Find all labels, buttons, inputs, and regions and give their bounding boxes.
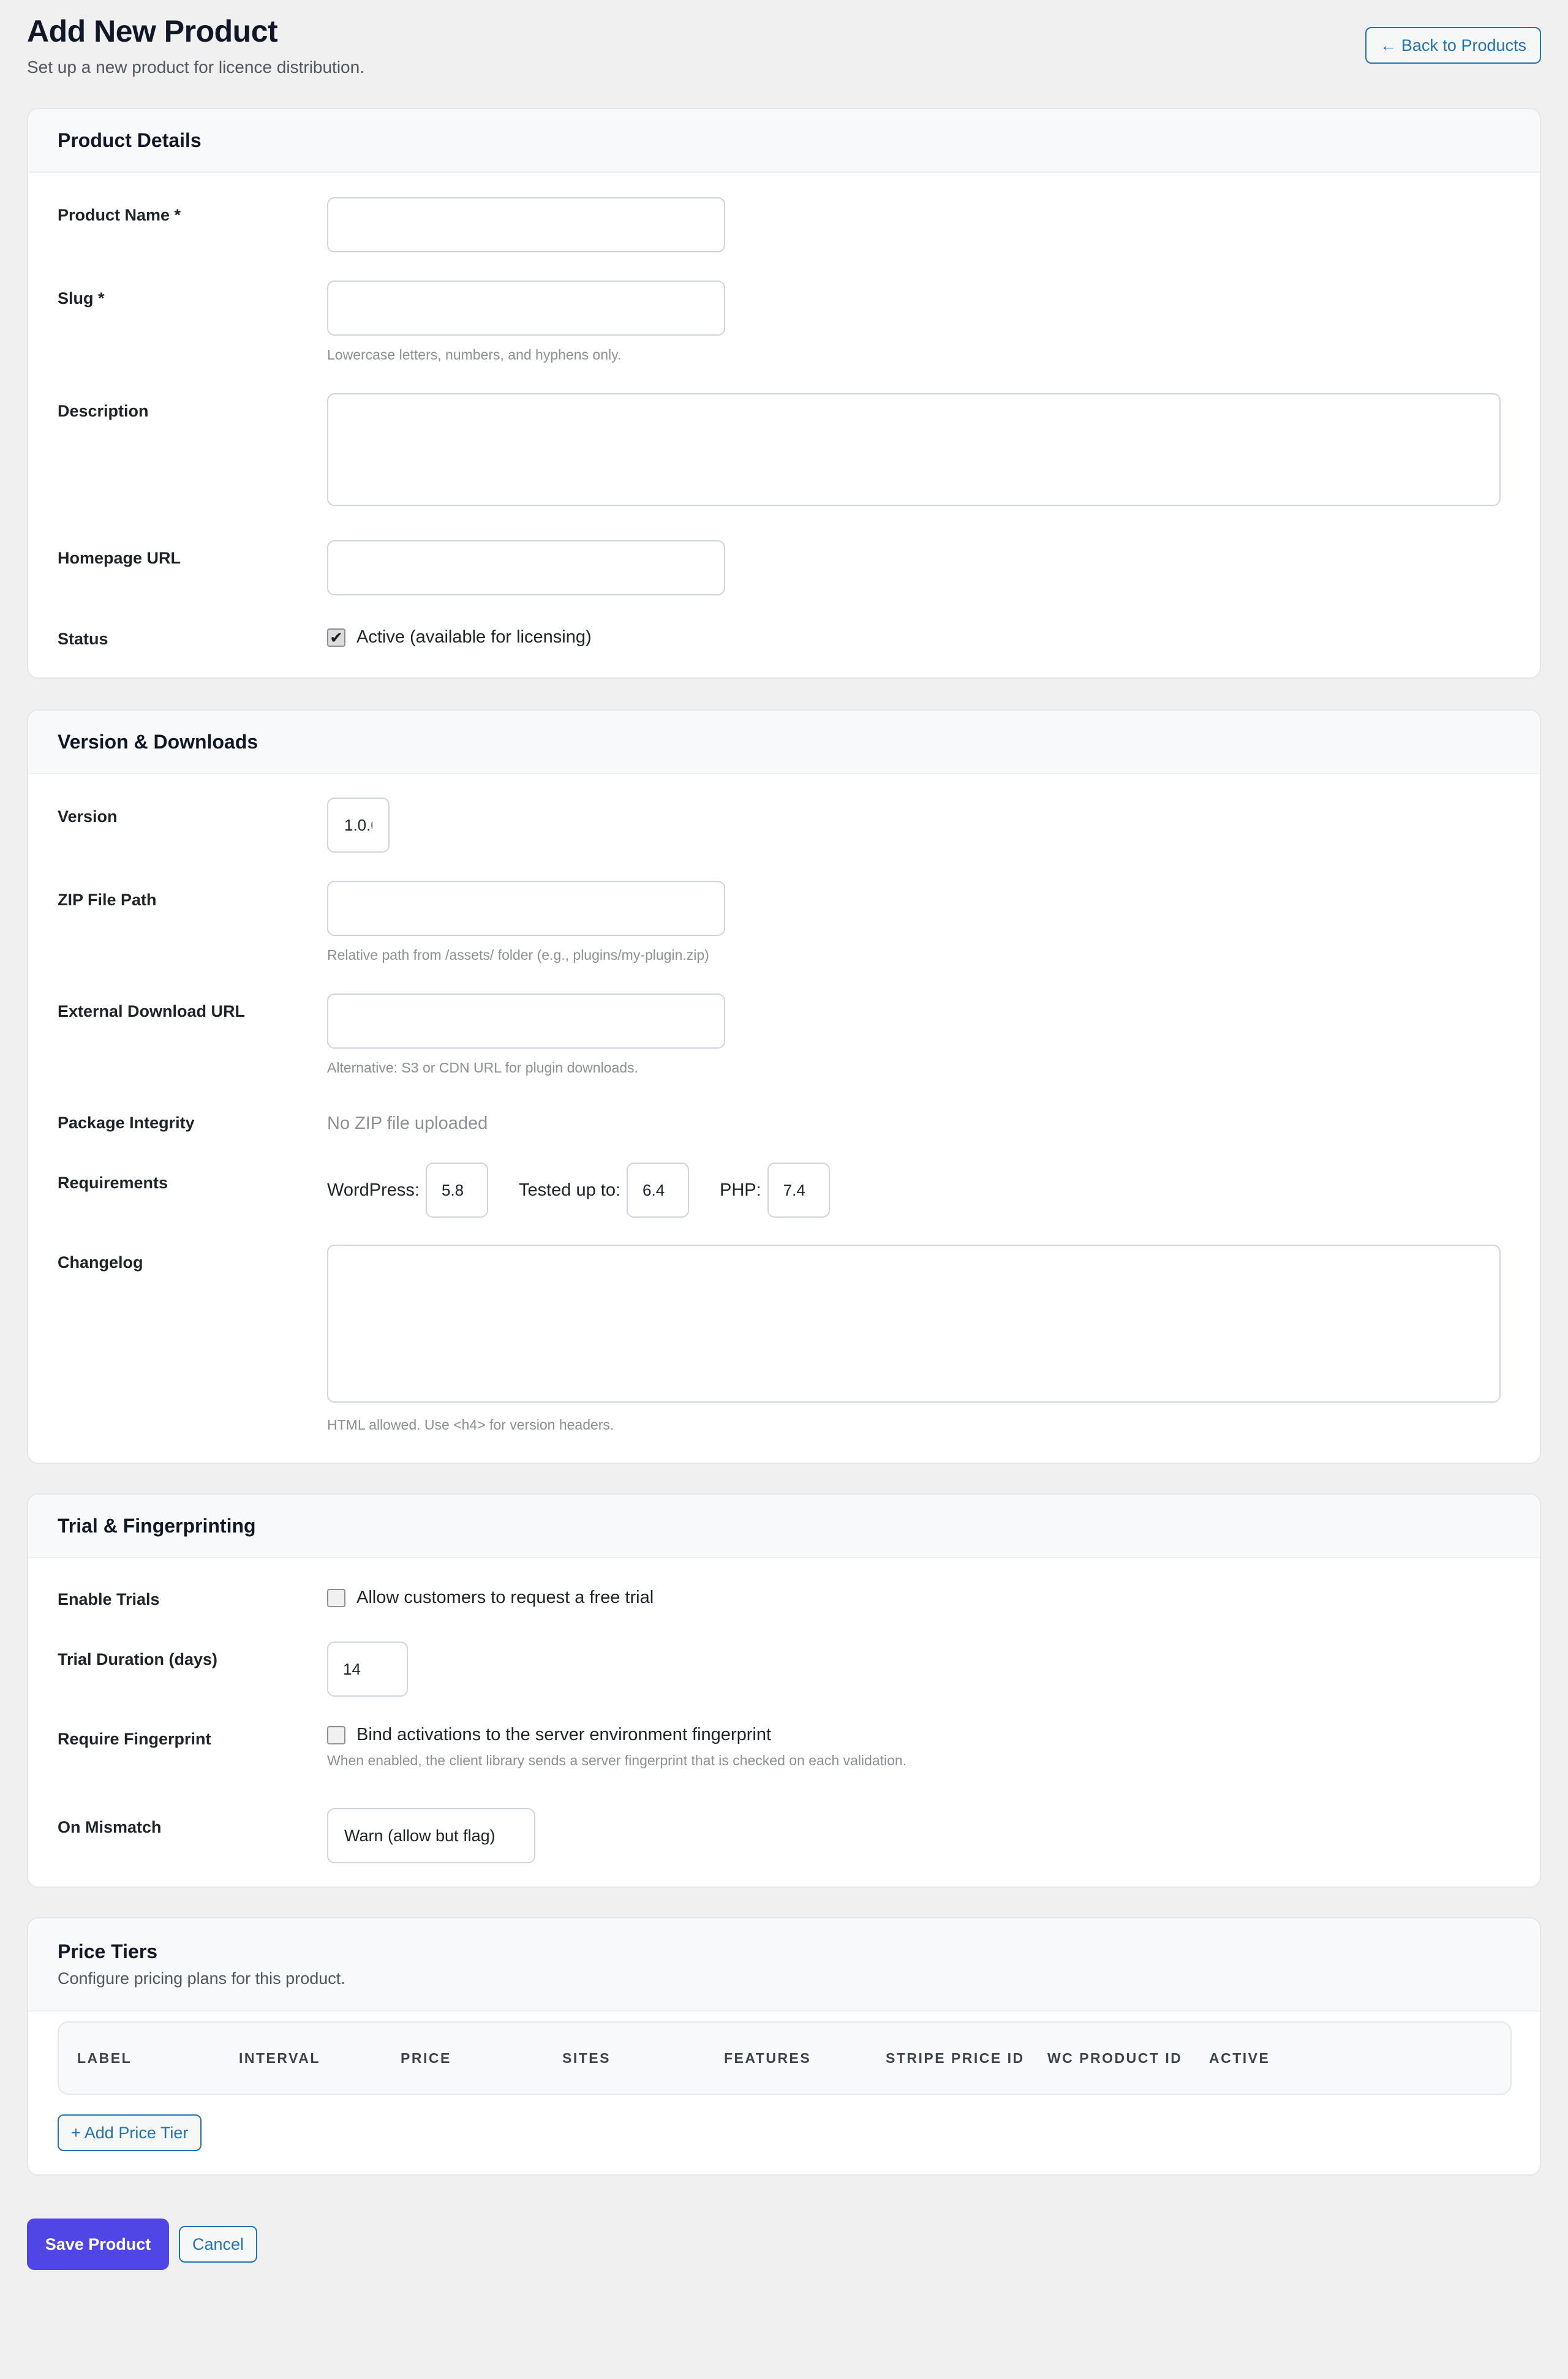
card-title: Version & Downloads <box>58 730 258 753</box>
external-url-label: External Download URL <box>58 1002 246 1020</box>
page-header: Add New Product Set up a new product for… <box>27 13 1541 81</box>
changelog-label: Changelog <box>58 1253 143 1272</box>
fingerprint-checkbox-label: Bind activations to the server environme… <box>356 1725 772 1744</box>
card-header: Version & Downloads <box>28 711 1540 774</box>
slug-hint: Lowercase letters, numbers, and hyphens … <box>327 347 622 363</box>
php-version-input[interactable] <box>767 1163 830 1218</box>
page-subtitle: Set up a new product for licence distrib… <box>27 58 364 77</box>
column-price: Price <box>401 2049 451 2066</box>
tested-label: Tested up to: <box>518 1180 621 1200</box>
trial-duration-input[interactable] <box>327 1642 408 1697</box>
fingerprint-checkbox-wrap[interactable]: Bind activations to the server environme… <box>327 1725 907 1745</box>
version-label: Version <box>58 807 118 826</box>
require-fingerprint-label: Require Fingerprint <box>58 1730 211 1748</box>
product-name-input[interactable] <box>327 197 725 252</box>
zip-path-input[interactable] <box>327 881 725 936</box>
card-header: Product Details <box>28 109 1540 173</box>
php-label: PHP: <box>720 1180 761 1200</box>
mismatch-label: On Mismatch <box>58 1818 162 1836</box>
product-name-label: Product Name * <box>58 206 181 224</box>
wordpress-version-input[interactable] <box>425 1163 488 1218</box>
tested-version-input[interactable] <box>627 1163 690 1218</box>
save-product-button[interactable]: Save Product <box>27 2219 169 2270</box>
external-url-hint: Alternative: S3 or CDN URL for plugin do… <box>327 1060 638 1076</box>
column-stripe-price-id: Stripe Price ID <box>886 2049 1025 2066</box>
version-downloads-card: Version & Downloads Version ZIP File Pat… <box>27 709 1541 1464</box>
integrity-value: No ZIP file uploaded <box>327 1114 488 1133</box>
column-sites: Sites <box>562 2049 611 2066</box>
description-textarea[interactable] <box>327 393 1501 506</box>
price-tiers-card: Price Tiers Configure pricing plans for … <box>27 1917 1541 2176</box>
column-features: Features <box>724 2049 812 2066</box>
column-active: Active <box>1209 2049 1270 2066</box>
page-title: Add New Product <box>27 14 278 48</box>
external-url-input[interactable] <box>327 993 725 1049</box>
requirements-group: WordPress: Tested up to: PHP: <box>327 1163 861 1218</box>
zip-path-hint: Relative path from /assets/ folder (e.g.… <box>327 947 709 963</box>
slug-input[interactable] <box>327 281 725 336</box>
changelog-hint: HTML allowed. Use <h4> for version heade… <box>327 1417 614 1433</box>
column-label: Label <box>77 2049 132 2066</box>
integrity-label: Package Integrity <box>58 1114 195 1132</box>
trial-duration-label: Trial Duration (days) <box>58 1650 218 1668</box>
enable-trials-checkbox-label: Allow customers to request a free trial <box>356 1588 654 1607</box>
column-interval: Interval <box>239 2049 320 2066</box>
fingerprint-hint: When enabled, the client library sends a… <box>327 1752 907 1768</box>
description-label: Description <box>58 402 149 420</box>
cancel-button[interactable]: Cancel <box>179 2226 258 2263</box>
card-header: Trial & Fingerprinting <box>28 1495 1540 1558</box>
column-wc-product-id: WC Product ID <box>1047 2049 1183 2066</box>
homepage-label: Homepage URL <box>58 549 181 567</box>
card-title: Price Tiers <box>58 1940 158 1962</box>
enable-trials-checkbox[interactable] <box>327 1588 345 1607</box>
trial-fingerprint-card: Trial & Fingerprinting Enable Trials All… <box>27 1493 1541 1888</box>
mismatch-select[interactable]: Warn (allow but flag) <box>327 1808 535 1863</box>
status-checkbox[interactable]: ✔ <box>327 628 345 647</box>
requirements-label: Requirements <box>58 1174 168 1192</box>
card-title: Product Details <box>58 129 202 151</box>
status-label: Status <box>58 630 108 648</box>
card-description: Configure pricing plans for this product… <box>58 1969 345 1988</box>
card-header: Price Tiers Configure pricing plans for … <box>28 1918 1540 2011</box>
version-input[interactable] <box>327 797 390 853</box>
product-details-card: Product Details Product Name * Slug * Lo… <box>27 108 1541 679</box>
card-title: Trial & Fingerprinting <box>58 1514 256 1537</box>
add-price-tier-button[interactable]: + Add Price Tier <box>58 2114 202 2151</box>
homepage-url-input[interactable] <box>327 540 725 595</box>
status-checkbox-label: Active (available for licensing) <box>356 627 592 647</box>
add-product-page: Add New Product Set up a new product for… <box>0 0 1568 2379</box>
status-checkbox-wrap[interactable]: ✔ Active (available for licensing) <box>327 627 592 647</box>
changelog-textarea[interactable] <box>327 1245 1501 1403</box>
enable-trials-label: Enable Trials <box>58 1590 160 1608</box>
back-to-products-button[interactable]: ← Back to Products <box>1365 27 1541 64</box>
fingerprint-checkbox[interactable] <box>327 1725 345 1744</box>
zip-path-label: ZIP File Path <box>58 891 157 909</box>
price-tiers-table-header: Label Interval Price Sites Features Stri… <box>58 2021 1512 2095</box>
wordpress-label: WordPress: <box>327 1180 420 1200</box>
mismatch-selected-value: Warn (allow but flag) <box>344 1826 496 1845</box>
slug-label: Slug * <box>58 289 105 307</box>
enable-trials-checkbox-wrap[interactable]: Allow customers to request a free trial <box>327 1588 654 1608</box>
